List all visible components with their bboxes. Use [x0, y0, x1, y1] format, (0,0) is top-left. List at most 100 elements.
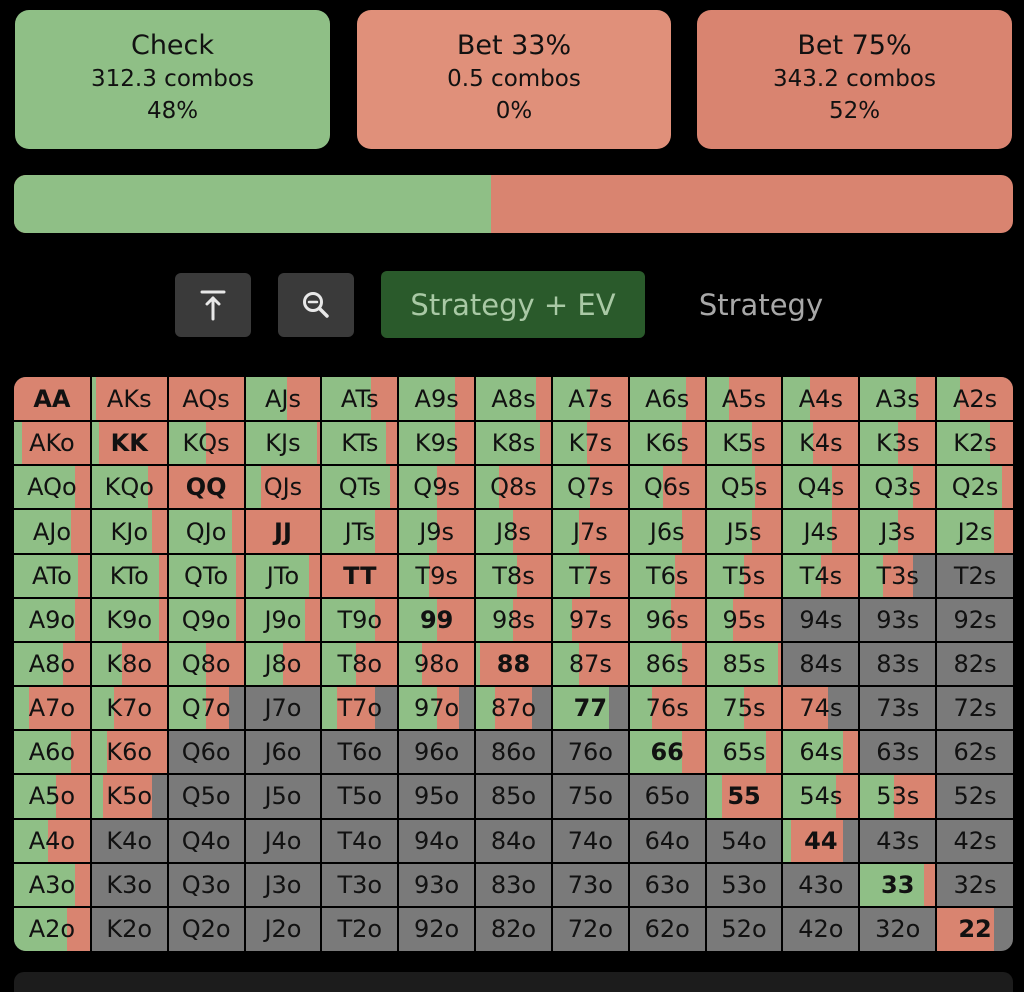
hand-cell[interactable]: Q2o [168, 907, 244, 951]
hand-cell[interactable]: 97s [552, 598, 628, 641]
hand-cell[interactable]: 96s [629, 598, 705, 641]
hand-cell[interactable]: QJo [168, 510, 244, 553]
hand-cell[interactable]: 65s [706, 731, 782, 774]
mode-strategy-ev-button[interactable]: Strategy + EV [381, 271, 645, 338]
hand-cell[interactable]: 88 [476, 642, 551, 686]
hand-cell[interactable]: J3s [860, 510, 936, 553]
hand-cell[interactable]: T9s [399, 554, 475, 597]
hand-cell[interactable]: K9o [91, 598, 167, 641]
hand-cell[interactable]: 95s [706, 598, 782, 641]
hand-cell[interactable]: KQo [91, 466, 167, 509]
hand-cell[interactable]: A6s [629, 377, 705, 421]
hand-cell[interactable]: KQs [168, 422, 244, 465]
hand-cell[interactable]: QTs [322, 466, 398, 509]
hand-cell[interactable]: A3o [14, 863, 90, 906]
hand-cell[interactable]: J4o [245, 819, 321, 862]
hand-cell[interactable]: J6o [245, 731, 321, 774]
hand-cell[interactable]: Q9s [399, 466, 475, 509]
hand-cell[interactable]: KK [91, 422, 167, 465]
hand-cell[interactable]: T8s [476, 554, 551, 597]
hand-cell[interactable]: T2o [322, 907, 398, 951]
hand-cell[interactable]: JTs [322, 510, 398, 553]
hand-cell[interactable]: J2o [245, 907, 321, 951]
hand-cell[interactable]: J9o [245, 598, 321, 641]
zoom-out-button[interactable] [278, 273, 354, 337]
hand-cell[interactable]: T8o [322, 642, 398, 686]
action-card-bet-33[interactable]: Bet 33% 0.5 combos 0% [357, 10, 671, 149]
hand-cell[interactable]: A2s [937, 377, 1013, 421]
hand-cell[interactable]: 93o [399, 863, 475, 906]
hand-cell[interactable]: Q7o [168, 687, 244, 730]
hand-cell[interactable]: 83o [476, 863, 551, 906]
hand-cell[interactable]: 32s [937, 863, 1013, 906]
hand-cell[interactable]: 65o [629, 775, 705, 818]
hand-cell[interactable]: 87o [476, 687, 551, 730]
mode-strategy-button[interactable]: Strategy [680, 271, 842, 338]
hand-cell[interactable]: 73s [860, 687, 936, 730]
hand-cell[interactable]: 84o [476, 819, 551, 862]
hand-cell[interactable]: Q6s [629, 466, 705, 509]
hand-cell[interactable]: T5s [706, 554, 782, 597]
hand-cell[interactable]: A8o [14, 642, 90, 686]
hand-cell[interactable]: T9o [322, 598, 398, 641]
hand-cell[interactable]: QJs [245, 466, 321, 509]
hand-cell[interactable]: K7s [552, 422, 628, 465]
hand-cell[interactable]: K7o [91, 687, 167, 730]
hand-cell[interactable]: K5s [706, 422, 782, 465]
hand-cell[interactable]: 53s [860, 775, 936, 818]
hand-cell[interactable]: 94s [783, 598, 859, 641]
hand-cell[interactable]: AKs [91, 377, 167, 421]
hand-cell[interactable]: A7s [552, 377, 628, 421]
hand-cell[interactable]: J4s [783, 510, 859, 553]
hand-cell[interactable]: K6s [629, 422, 705, 465]
hand-cell[interactable]: K3s [860, 422, 936, 465]
hand-cell[interactable]: Q7s [552, 466, 628, 509]
hand-cell[interactable]: J5o [245, 775, 321, 818]
hand-cell[interactable]: A6o [14, 731, 90, 774]
hand-cell[interactable]: K6o [91, 731, 167, 774]
hand-cell[interactable]: JJ [245, 510, 321, 553]
hand-cell[interactable]: 42s [937, 819, 1013, 862]
hand-cell[interactable]: 52o [706, 907, 782, 951]
hand-cell[interactable]: A5o [14, 775, 90, 818]
hand-cell[interactable]: 55 [706, 775, 782, 818]
hand-cell[interactable]: 72s [937, 687, 1013, 730]
hand-cell[interactable]: 76o [552, 731, 628, 774]
hand-cell[interactable]: AJs [245, 377, 321, 421]
hand-cell[interactable]: 86s [629, 642, 705, 686]
hand-cell[interactable]: J9s [399, 510, 475, 553]
hand-cell[interactable]: 42o [783, 907, 859, 951]
hand-cell[interactable]: QTo [168, 554, 244, 597]
hand-cell[interactable]: 84s [783, 642, 859, 686]
hand-cell[interactable]: A5s [706, 377, 782, 421]
hand-cell[interactable]: TT [322, 554, 398, 597]
hand-cell[interactable]: Q5s [706, 466, 782, 509]
action-card-bet-75[interactable]: Bet 75% 343.2 combos 52% [697, 10, 1012, 149]
hand-cell[interactable]: A9o [14, 598, 90, 641]
hand-cell[interactable]: QQ [168, 466, 244, 509]
hand-cell[interactable]: 62o [629, 907, 705, 951]
hand-cell[interactable]: 66 [629, 731, 705, 774]
hand-cell[interactable]: Q2s [937, 466, 1013, 509]
hand-cell[interactable]: K2o [91, 907, 167, 951]
hand-cell[interactable]: J7o [245, 687, 321, 730]
hand-cell[interactable]: 82s [937, 642, 1013, 686]
hand-cell[interactable]: T7o [322, 687, 398, 730]
hand-cell[interactable]: A4s [783, 377, 859, 421]
hand-cell[interactable]: J6s [629, 510, 705, 553]
hand-cell[interactable]: AKo [14, 422, 90, 465]
hand-cell[interactable]: 98s [476, 598, 551, 641]
hand-cell[interactable]: 96o [399, 731, 475, 774]
hand-cell[interactable]: ATo [14, 554, 90, 597]
hand-cell[interactable]: 43s [860, 819, 936, 862]
hand-cell[interactable]: 92o [399, 907, 475, 951]
hand-cell[interactable]: K2s [937, 422, 1013, 465]
hand-cell[interactable]: 44 [783, 819, 859, 862]
hand-cell[interactable]: 43o [783, 863, 859, 906]
hand-cell[interactable]: 33 [860, 863, 936, 906]
hand-cell[interactable]: 82o [476, 907, 551, 951]
hand-cell[interactable]: K8o [91, 642, 167, 686]
hand-cell[interactable]: 63s [860, 731, 936, 774]
hand-cell[interactable]: T3s [860, 554, 936, 597]
hand-cell[interactable]: J2s [937, 510, 1013, 553]
